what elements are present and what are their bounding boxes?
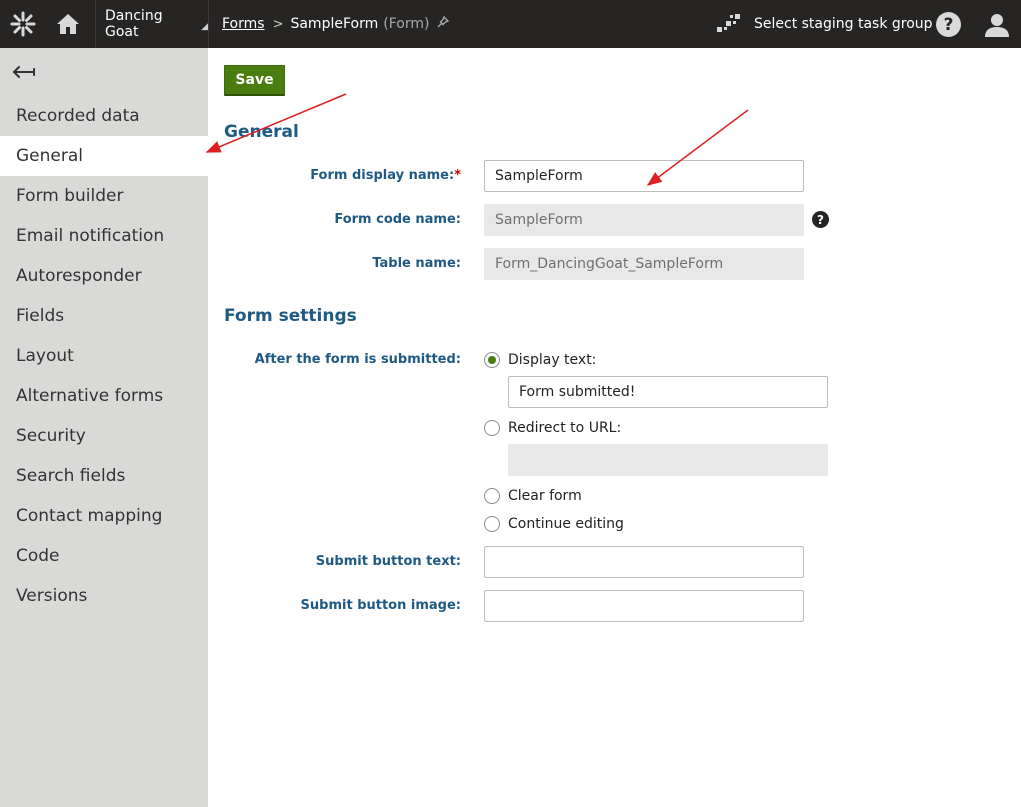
sidebar-item-search-fields[interactable]: Search fields	[0, 456, 208, 496]
sidebar-item-email-notification[interactable]: Email notification	[0, 216, 208, 256]
save-button[interactable]: Save	[224, 65, 285, 96]
radio-button[interactable]	[484, 420, 500, 436]
form-settings-heading: Form settings	[224, 306, 357, 326]
after-submit-label: After the form is submitted:	[254, 352, 461, 367]
site-selector[interactable]: Dancing Goat ◢	[95, 0, 209, 48]
user-avatar-icon[interactable]	[983, 11, 1011, 39]
question-icon[interactable]: ?	[812, 211, 829, 228]
sidebar-item-autoresponder[interactable]: Autoresponder	[0, 256, 208, 296]
sidebar: Recorded data General Form builder Email…	[0, 48, 208, 807]
sidebar-item-general[interactable]: General	[0, 136, 208, 176]
back-arrow-icon[interactable]	[12, 60, 38, 84]
sidebar-item-versions[interactable]: Versions	[0, 576, 208, 616]
radio-redirect-label: Redirect to URL:	[508, 420, 622, 436]
radio-button[interactable]	[484, 516, 500, 532]
general-heading: General	[224, 122, 299, 142]
sidebar-item-layout[interactable]: Layout	[0, 336, 208, 376]
sidebar-item-code[interactable]: Code	[0, 536, 208, 576]
submit-button-image-input[interactable]	[484, 590, 804, 622]
radio-button[interactable]	[484, 488, 500, 504]
radio-display-text-label: Display text:	[508, 352, 597, 368]
table-name-input: Form_DancingGoat_SampleForm	[484, 248, 804, 280]
form-code-name-label: Form code name:	[334, 212, 461, 227]
sidebar-item-security[interactable]: Security	[0, 416, 208, 456]
caret-down-icon: ◢	[201, 22, 208, 32]
sidebar-menu: Recorded data General Form builder Email…	[0, 96, 208, 616]
breadcrumb-type: (Form)	[383, 16, 430, 32]
radio-continue-editing[interactable]: Continue editing	[484, 516, 624, 532]
submit-button-text-input[interactable]	[484, 546, 804, 578]
pin-icon[interactable]	[437, 15, 450, 32]
radio-clear-form[interactable]: Clear form	[484, 488, 582, 504]
breadcrumb-current: SampleForm	[290, 16, 379, 32]
kentico-logo-icon[interactable]	[0, 0, 46, 48]
sidebar-item-contact-mapping[interactable]: Contact mapping	[0, 496, 208, 536]
radio-continue-label: Continue editing	[508, 516, 624, 532]
main-content: Save General Form display name:* SampleF…	[208, 48, 1021, 807]
site-name: Dancing Goat	[105, 8, 163, 40]
breadcrumb: Forms > SampleForm (Form)	[222, 0, 450, 48]
form-display-name-input[interactable]: SampleForm	[484, 160, 804, 192]
sidebar-item-recorded-data[interactable]: Recorded data	[0, 96, 208, 136]
form-code-name-input: SampleForm	[484, 204, 804, 236]
top-bar: Dancing Goat ◢ Forms > SampleForm (Form)	[0, 0, 1021, 48]
radio-display-text[interactable]: Display text:	[484, 352, 596, 368]
radio-clear-label: Clear form	[508, 488, 582, 504]
submit-button-text-label: Submit button text:	[315, 554, 461, 569]
staging-task-group-selector[interactable]: Select staging task group	[716, 0, 933, 48]
display-text-input[interactable]: Form submitted!	[508, 376, 828, 408]
sidebar-item-fields[interactable]: Fields	[0, 296, 208, 336]
radio-redirect-url[interactable]: Redirect to URL:	[484, 420, 621, 436]
table-name-label: Table name:	[372, 256, 461, 271]
radio-button-checked[interactable]	[484, 352, 500, 368]
chevron-right-icon: >	[272, 16, 284, 32]
home-icon[interactable]	[46, 0, 90, 48]
staging-icon	[716, 10, 742, 38]
help-icon[interactable]: ?	[936, 12, 961, 37]
staging-label: Select staging task group	[754, 16, 933, 32]
submit-button-image-label: Submit button image:	[300, 598, 461, 613]
sidebar-item-alternative-forms[interactable]: Alternative forms	[0, 376, 208, 416]
redirect-url-input	[508, 444, 828, 476]
sidebar-item-form-builder[interactable]: Form builder	[0, 176, 208, 216]
breadcrumb-forms-link[interactable]: Forms	[222, 16, 265, 32]
form-display-name-label: Form display name:*	[310, 168, 461, 183]
